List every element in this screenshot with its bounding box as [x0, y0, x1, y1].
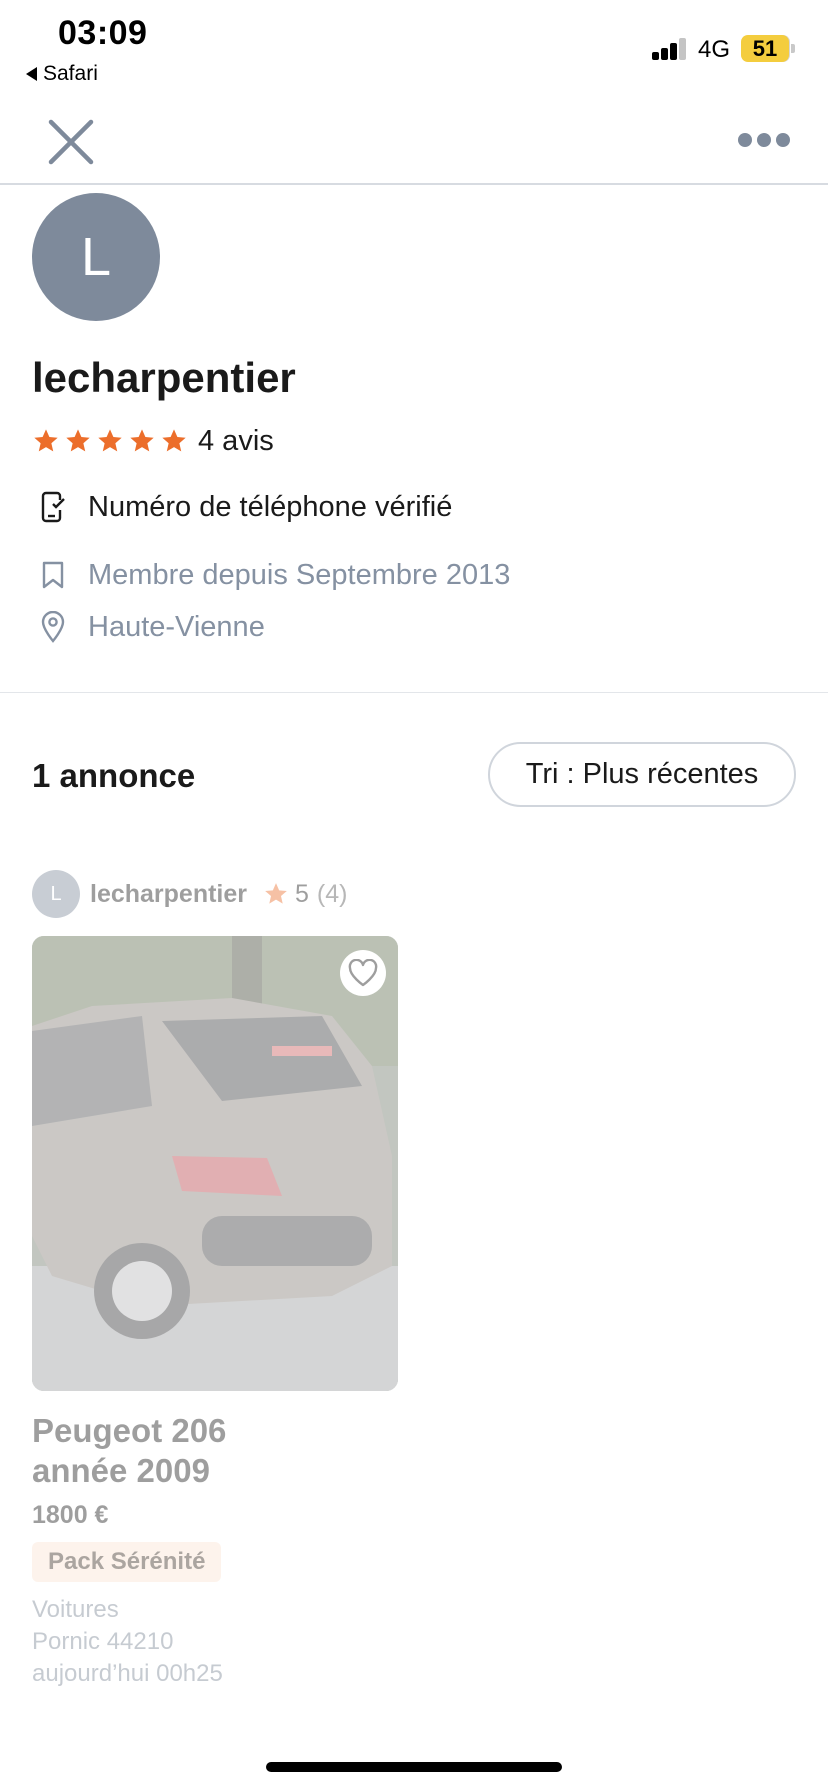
profile-avatar: L [32, 193, 160, 321]
car-photo-image [32, 936, 398, 1391]
member-since-label: Membre depuis Septembre 2013 [88, 558, 511, 591]
seller-name: lecharpentier [90, 879, 248, 908]
more-options-button[interactable] [738, 130, 790, 150]
listing-date: aujourd’hui 00h25 [32, 1660, 223, 1687]
listing-meta: Voitures Pornic 44210 aujourd’hui 00h25 [32, 1594, 402, 1690]
listing-location: Pornic 44210 [32, 1628, 174, 1655]
star-icon [66, 429, 90, 452]
location-row: Haute-Vienne [38, 610, 265, 644]
star-icon [265, 883, 287, 904]
listing-photo[interactable] [32, 936, 398, 1391]
listing-price: 1800 € [32, 1501, 109, 1529]
review-count-link[interactable]: 4 avis [198, 425, 274, 458]
network-type: 4G [698, 36, 731, 63]
member-since-row: Membre depuis Septembre 2013 [38, 558, 510, 592]
more-dot-icon [738, 133, 752, 147]
rating-stars [32, 427, 188, 455]
more-dot-icon [757, 133, 771, 147]
listing-card[interactable]: L lecharpentier 5 (4) Peugeot 206 année … [32, 870, 402, 1690]
close-icon [48, 119, 94, 165]
status-time: 03:09 [58, 14, 148, 52]
more-dot-icon [776, 133, 790, 147]
phone-verified-row: Numéro de téléphone vérifié [38, 490, 452, 524]
top-nav-bar [0, 100, 828, 185]
location-label: Haute-Vienne [88, 610, 265, 643]
section-divider [0, 692, 828, 693]
cellular-signal-icon [652, 38, 690, 60]
seller-avatar: L [32, 870, 80, 918]
battery-level: 51 [741, 35, 789, 62]
listing-seller-row: L lecharpentier 5 (4) [32, 870, 402, 918]
heart-icon [348, 959, 378, 987]
listing-title[interactable]: Peugeot 206 année 2009 [32, 1411, 402, 1491]
back-arrow-icon [26, 67, 37, 81]
star-icon [130, 429, 154, 452]
star-icon [162, 429, 186, 452]
status-bar: 03:09 Safari 4G 51 [0, 0, 828, 100]
profile-rating[interactable]: 4 avis [32, 424, 274, 458]
close-button[interactable] [46, 117, 96, 167]
location-pin-icon [38, 610, 68, 644]
listing-title-line2: année 2009 [32, 1452, 210, 1489]
seller-score: 5 [295, 879, 309, 908]
profile-username: lecharpentier [32, 354, 296, 401]
seller-review-count: (4) [316, 879, 348, 908]
listing-count: 1 annonce [32, 757, 196, 794]
sort-button[interactable]: Tri : Plus récentes [488, 742, 796, 807]
listing-category: Voitures [32, 1596, 119, 1623]
star-icon [34, 429, 58, 452]
battery-tip-icon [791, 44, 795, 53]
phone-check-icon [38, 490, 68, 524]
phone-verified-label: Numéro de téléphone vérifié [88, 490, 453, 523]
back-to-safari[interactable]: Safari [26, 62, 98, 86]
favorite-button[interactable] [340, 950, 386, 996]
pack-badge: Pack Sérénité [32, 1542, 222, 1582]
listing-title-line1: Peugeot 206 [32, 1412, 227, 1449]
back-app-label: Safari [43, 62, 98, 85]
bookmark-icon [38, 558, 68, 592]
star-icon [98, 429, 122, 452]
home-indicator[interactable] [266, 1762, 562, 1772]
